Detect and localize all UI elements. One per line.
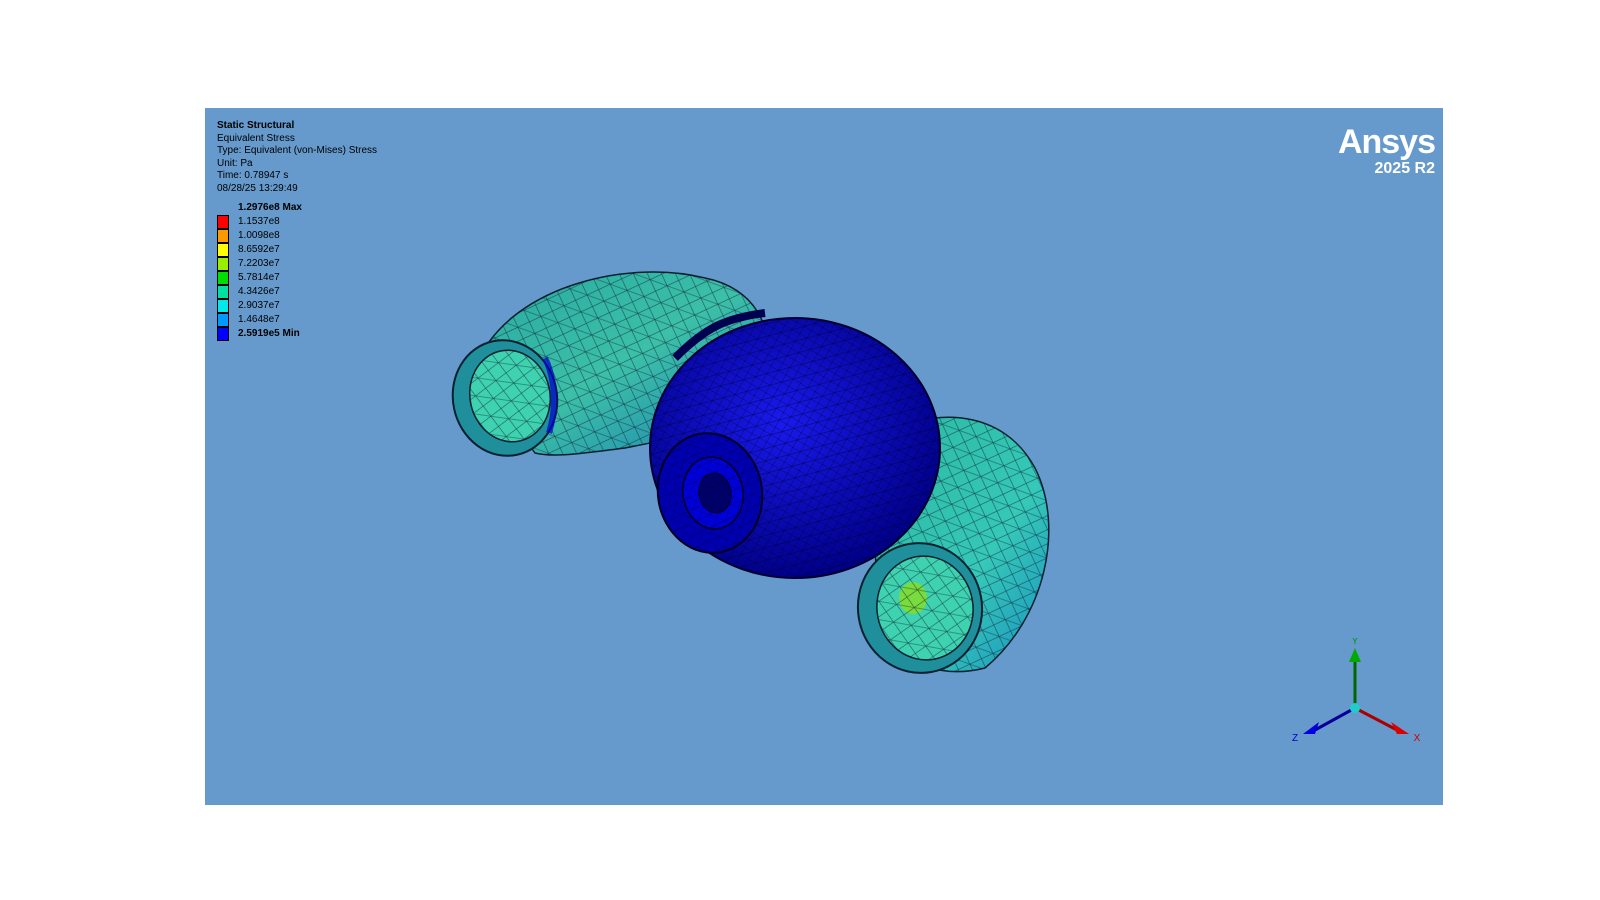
graphics-viewport[interactable]: Static Structural Equivalent Stress Type… (205, 108, 1443, 805)
y-axis-arrow (1349, 648, 1361, 662)
z-axis-line (1314, 706, 1356, 732)
y-axis-label: Y (1352, 638, 1359, 647)
z-axis-arrow (1303, 722, 1319, 734)
mesh-model[interactable] (205, 108, 1443, 805)
x-axis-label: X (1414, 733, 1421, 744)
x-axis-line (1354, 706, 1398, 732)
triad-origin (1350, 703, 1360, 713)
coordinate-triad[interactable]: Y X Z (1285, 638, 1425, 748)
z-axis-label: Z (1292, 733, 1298, 744)
